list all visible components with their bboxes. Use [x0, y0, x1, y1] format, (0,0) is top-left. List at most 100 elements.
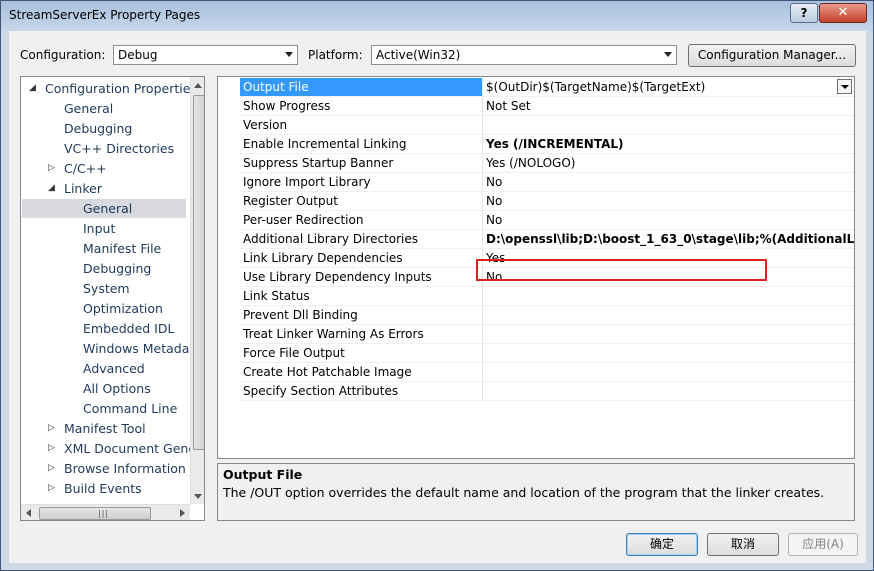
chevron-down-icon — [664, 52, 672, 57]
tree-item[interactable]: Manifest File — [21, 239, 189, 258]
collapsed-arrow-icon[interactable]: ▷ — [48, 159, 55, 178]
tree-item-label: All Options — [83, 381, 151, 396]
property-value[interactable]: $(OutDir)$(TargetName)$(TargetExt) — [483, 78, 854, 97]
property-row[interactable]: Enable Incremental Linking Yes (/INCREMEN… — [218, 135, 854, 154]
tree-item[interactable]: Embedded IDL — [21, 319, 189, 338]
collapsed-arrow-icon[interactable]: ▷ — [48, 479, 55, 498]
property-value[interactable] — [483, 325, 854, 344]
tree-item-label: Build Events — [64, 481, 142, 496]
tree-item[interactable]: General — [21, 99, 189, 118]
tree-item[interactable]: ▷ Browse Information — [21, 459, 189, 478]
title-bar[interactable]: StreamServerEx Property Pages ? ✕ — [1, 1, 873, 31]
configuration-dropdown[interactable]: Debug — [113, 45, 298, 65]
property-row[interactable]: Ignore Import Library No — [218, 173, 854, 192]
property-row[interactable]: Create Hot Patchable Image — [218, 363, 854, 382]
property-name: Additional Library Directories — [240, 230, 483, 249]
tree-item[interactable]: System — [21, 279, 189, 298]
property-name: Use Library Dependency Inputs — [240, 268, 483, 287]
expanded-arrow-icon[interactable]: ◢ — [48, 179, 55, 198]
tree-item-label: Windows Metadata — [83, 341, 202, 356]
tree-horizontal-scrollbar[interactable]: ||| — [21, 504, 190, 520]
property-row[interactable]: Suppress Startup Banner Yes (/NOLOGO) — [218, 154, 854, 173]
property-row[interactable]: Register Output No — [218, 192, 854, 211]
property-value[interactable]: Not Set — [483, 97, 854, 116]
property-row[interactable]: Additional Library Directories D:\openssl… — [218, 230, 854, 249]
property-row[interactable]: Show Progress Not Set — [218, 97, 854, 116]
platform-value: Active(Win32) — [376, 48, 461, 62]
tree-vertical-scrollbar[interactable] — [190, 77, 204, 504]
property-name: Suppress Startup Banner — [240, 154, 483, 173]
property-row[interactable]: Specify Section Attributes — [218, 382, 854, 401]
property-row[interactable]: Per-user Redirection No — [218, 211, 854, 230]
property-row[interactable]: Force File Output — [218, 344, 854, 363]
help-button[interactable]: ? — [790, 3, 818, 23]
cancel-button[interactable]: 取消 — [707, 533, 779, 556]
value-dropdown-icon[interactable] — [837, 79, 852, 94]
chevron-down-icon — [285, 52, 293, 57]
collapsed-arrow-icon[interactable]: ▷ — [48, 439, 55, 458]
platform-dropdown[interactable]: Active(Win32) — [371, 45, 677, 65]
collapsed-arrow-icon[interactable]: ▷ — [48, 419, 55, 438]
collapsed-arrow-icon[interactable]: ▷ — [48, 459, 55, 478]
property-value[interactable]: No — [483, 173, 854, 192]
property-value[interactable] — [483, 306, 854, 325]
property-value[interactable] — [483, 344, 854, 363]
tree-item-label: Advanced — [83, 361, 145, 376]
tree-item[interactable]: Debugging — [21, 119, 189, 138]
property-value[interactable]: Yes (/NOLOGO) — [483, 154, 854, 173]
tree-item[interactable]: ▷ Manifest Tool — [21, 419, 189, 438]
ok-button[interactable]: 确定 — [626, 533, 698, 556]
property-row[interactable]: Prevent Dll Binding — [218, 306, 854, 325]
tree-item[interactable]: General — [22, 199, 186, 218]
property-value[interactable] — [483, 363, 854, 382]
property-row[interactable]: Link Status — [218, 287, 854, 306]
tree-item[interactable]: Debugging — [21, 259, 189, 278]
property-name: Output File — [240, 78, 483, 97]
property-value[interactable]: Yes (/INCREMENTAL) — [483, 135, 854, 154]
tree-item-label: System — [83, 281, 130, 296]
scroll-down-icon[interactable] — [194, 494, 202, 499]
tree-item[interactable]: Input — [21, 219, 189, 238]
tree-item-label: Browse Information — [64, 461, 186, 476]
property-value-text: $(OutDir)$(TargetName)$(TargetExt) — [486, 80, 706, 94]
apply-button[interactable]: 应用(A) — [788, 533, 858, 556]
tree-item[interactable]: ▷ C/C++ — [21, 159, 189, 178]
close-button[interactable]: ✕ — [819, 3, 867, 23]
property-value[interactable] — [483, 116, 854, 135]
property-value-text: No — [486, 194, 503, 208]
tree-item-label: General — [64, 101, 114, 116]
tree-item[interactable]: Advanced — [21, 359, 189, 378]
tree-item[interactable]: All Options — [21, 379, 189, 398]
scroll-up-icon[interactable] — [194, 83, 202, 88]
property-row[interactable]: Version — [218, 116, 854, 135]
tree-item[interactable]: ◢ Configuration Properties — [21, 79, 197, 98]
scroll-thumb[interactable] — [193, 95, 204, 450]
expanded-arrow-icon[interactable]: ◢ — [29, 79, 36, 98]
property-value[interactable] — [483, 287, 854, 306]
tree-item-label: XML Document Generator — [64, 441, 204, 456]
tree-item[interactable]: ▷ XML Document Generator — [21, 439, 204, 458]
highlight-annotation-box — [476, 259, 767, 281]
configuration-value: Debug — [118, 48, 158, 62]
tree-item[interactable]: Windows Metadata — [21, 339, 202, 358]
tree-item[interactable]: ▷ Build Events — [21, 479, 189, 498]
property-name: Version — [240, 116, 483, 135]
property-name: Specify Section Attributes — [240, 382, 483, 401]
tree-item[interactable]: Command Line — [21, 399, 189, 418]
property-row[interactable]: Output File $(OutDir)$(TargetName)$(Targe… — [218, 78, 854, 97]
property-pages-window: StreamServerEx Property Pages ? ✕ Config… — [0, 0, 874, 571]
property-value[interactable]: No — [483, 211, 854, 230]
property-value[interactable]: No — [483, 192, 854, 211]
configuration-manager-button[interactable]: Configuration Manager... — [688, 44, 856, 67]
category-tree: ◢ Configuration Properties General Debuggin… — [20, 76, 205, 521]
tree-item[interactable]: Optimization — [21, 299, 189, 318]
scroll-right-icon[interactable] — [180, 509, 185, 517]
scroll-thumb[interactable]: ||| — [39, 507, 151, 520]
property-value[interactable]: D:\openssl\lib;D:\boost_1_63_0\stage\lib… — [483, 230, 854, 249]
tree-item[interactable]: VC++ Directories — [21, 139, 189, 158]
tree-item[interactable]: ◢ Linker — [21, 179, 189, 198]
property-value[interactable] — [483, 382, 854, 401]
scroll-left-icon[interactable] — [26, 509, 31, 517]
property-row[interactable]: Treat Linker Warning As Errors — [218, 325, 854, 344]
property-name: Prevent Dll Binding — [240, 306, 483, 325]
